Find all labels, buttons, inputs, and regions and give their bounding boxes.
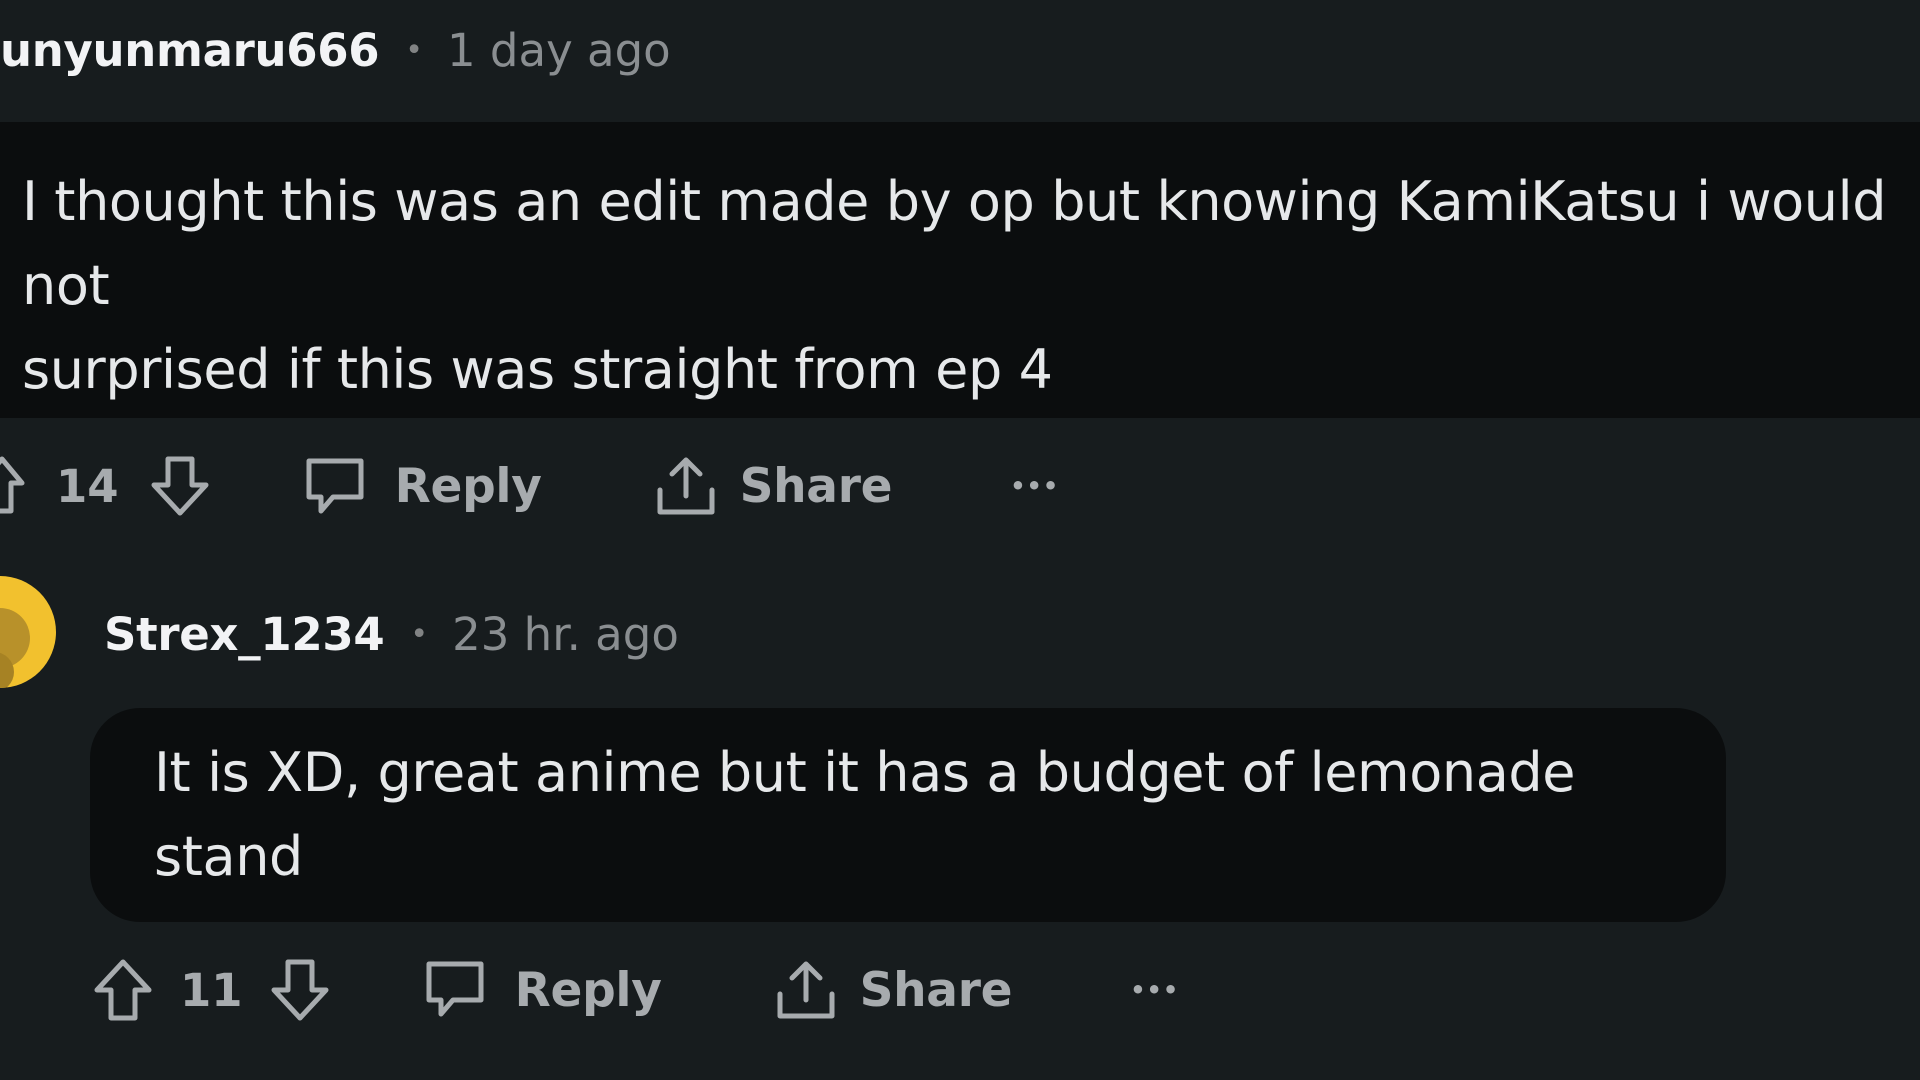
reply-icon xyxy=(426,961,484,1017)
upvote-icon[interactable] xyxy=(92,956,154,1024)
comment-2-meta: Strex_1234 • 23 hr. ago xyxy=(104,604,679,664)
comment-1-score: 14 xyxy=(56,459,119,513)
comment-1-body: I thought this was an edit made by op bu… xyxy=(0,122,1920,418)
comment-2-username[interactable]: Strex_1234 xyxy=(104,608,385,661)
comment-2-body: It is XD, great anime but it has a budge… xyxy=(90,708,1726,922)
comment-1-actions: 14 Reply Share ••• xyxy=(0,446,1059,526)
upvote-icon[interactable] xyxy=(0,453,26,519)
comment-thread: unyunmaru666 • 1 day ago I thought this … xyxy=(0,0,1920,1080)
downvote-icon[interactable] xyxy=(149,453,211,519)
meta-separator: • xyxy=(405,32,423,68)
share-label: Share xyxy=(859,962,1013,1018)
comment-1-meta: unyunmaru666 • 1 day ago xyxy=(0,20,671,80)
comment-2-actions: 11 Reply Share ••• xyxy=(92,950,1179,1030)
reply-label: Reply xyxy=(514,962,662,1018)
comment-2-share-button[interactable]: Share xyxy=(774,958,1013,1022)
reply-icon xyxy=(306,458,364,514)
more-options-icon: ••• xyxy=(1010,472,1060,500)
more-options-icon: ••• xyxy=(1130,976,1180,1004)
reply-label: Reply xyxy=(394,458,542,514)
comment-2-time[interactable]: 23 hr. ago xyxy=(452,608,679,661)
comment-1-text-line-2: surprised if this was straight from ep 4 xyxy=(22,338,1053,401)
comment-1-username[interactable]: unyunmaru666 xyxy=(0,24,380,77)
share-label: Share xyxy=(739,458,893,514)
comment-1-text-line-1: I thought this was an edit made by op bu… xyxy=(22,170,1887,317)
downvote-icon[interactable] xyxy=(269,956,331,1024)
comment-2-more-button[interactable]: ••• xyxy=(1130,976,1179,1004)
avatar[interactable] xyxy=(0,576,56,688)
comment-1-reply-button[interactable]: Reply xyxy=(303,455,542,517)
comment-1-more-button[interactable]: ••• xyxy=(1010,472,1059,500)
comment-1-share-button[interactable]: Share xyxy=(654,454,893,518)
comment-2-reply-button[interactable]: Reply xyxy=(423,958,662,1022)
share-icon xyxy=(777,961,835,1019)
share-icon xyxy=(657,457,715,515)
comment-1-time[interactable]: 1 day ago xyxy=(447,24,671,77)
meta-separator: • xyxy=(410,616,429,652)
comment-2-score: 11 xyxy=(180,963,243,1017)
comment-2-text: It is XD, great anime but it has a budge… xyxy=(154,741,1576,888)
